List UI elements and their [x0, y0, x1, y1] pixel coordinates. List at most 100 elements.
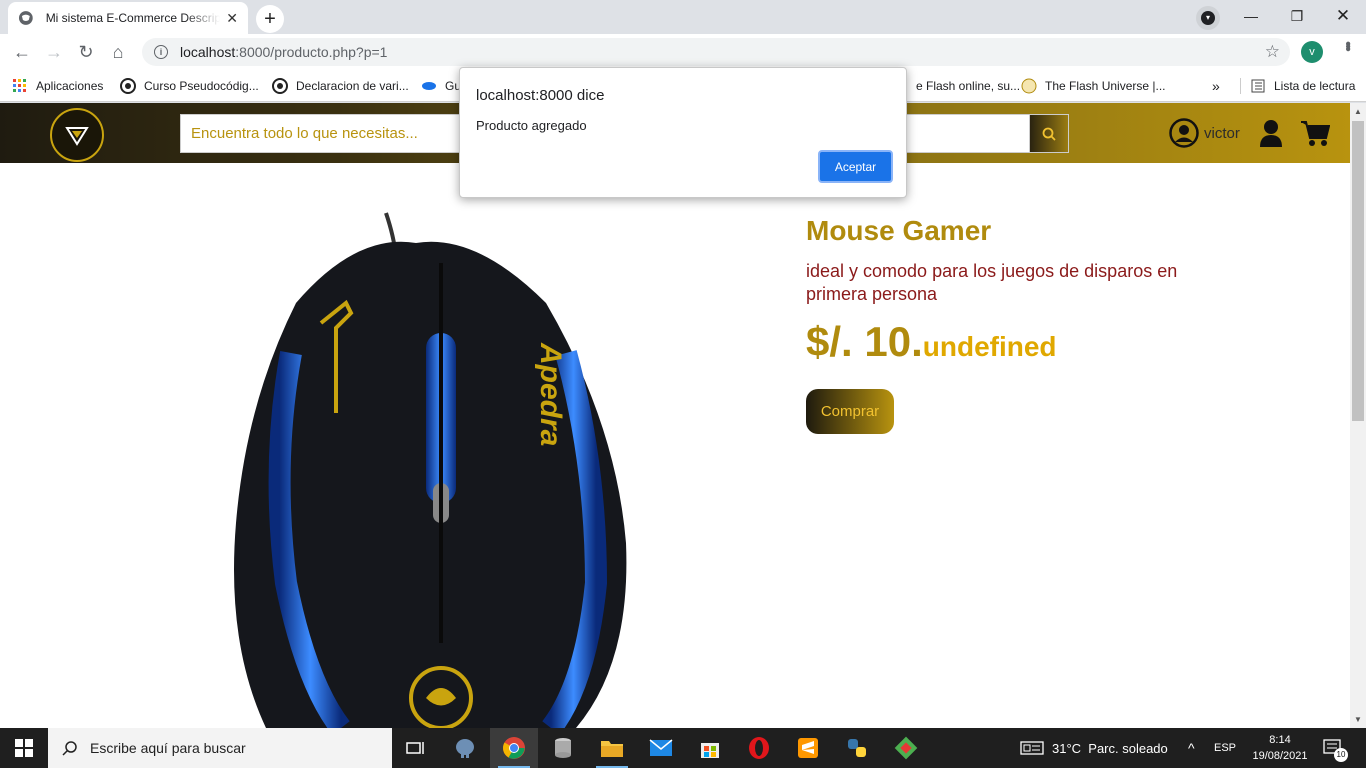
- mail-icon: [649, 739, 673, 756]
- scrollbar-thumb[interactable]: [1352, 121, 1364, 421]
- compass-icon: [1021, 78, 1037, 94]
- python-icon: [848, 739, 866, 757]
- shopping-cart-icon: [1301, 121, 1331, 146]
- logo-emblem-icon: [65, 127, 89, 146]
- search-icon: [62, 741, 77, 756]
- dialog-origin: localhost:8000 dice: [476, 87, 605, 104]
- bookmark-star-icon[interactable]: ☆: [1265, 42, 1280, 62]
- bookmark-item[interactable]: e Flash online, su...: [916, 76, 1020, 96]
- start-button[interactable]: [0, 728, 48, 768]
- tab-strip: Mi sistema E-Commerce Descripción ✕ + ▾ …: [0, 0, 1366, 34]
- reload-button[interactable]: ↻: [74, 40, 98, 64]
- username-label: victor: [1204, 124, 1240, 142]
- bookmark-label: Declaracion de vari...: [296, 79, 409, 93]
- elephant-icon: [456, 739, 474, 758]
- clock-time: 8:14: [1269, 734, 1291, 746]
- git-icon: [894, 736, 918, 760]
- close-window-button[interactable]: ✕: [1320, 4, 1366, 28]
- buy-button[interactable]: Comprar: [806, 389, 894, 434]
- bookmark-apps[interactable]: Aplicaciones: [12, 76, 103, 96]
- more-bookmarks-button[interactable]: »: [1212, 76, 1220, 96]
- chrome-icon: [503, 737, 525, 759]
- bookmark-item[interactable]: Curso Pseudocódig...: [120, 76, 259, 96]
- bookmark-label: Curso Pseudocódig...: [144, 79, 259, 93]
- task-view-button[interactable]: [392, 728, 440, 768]
- url-host: localhost: [180, 44, 236, 60]
- notification-count-badge: 10: [1334, 748, 1348, 762]
- taskbar-app-chrome[interactable]: [490, 728, 538, 768]
- notification-center-button[interactable]: 10: [1322, 728, 1348, 768]
- user-circle-icon: [1169, 118, 1199, 148]
- page-scrollbar[interactable]: ▲ ▼: [1350, 103, 1366, 728]
- home-button[interactable]: ⌂: [106, 40, 130, 64]
- taskbar-app-store[interactable]: [686, 728, 734, 768]
- alert-dialog: localhost:8000 dice Producto agregado Ac…: [459, 67, 907, 198]
- scroll-down-icon[interactable]: ▼: [1354, 715, 1362, 724]
- globe-icon: [18, 11, 33, 25]
- taskbar-app-opera[interactable]: [735, 728, 783, 768]
- clock-date: 19/08/2021: [1252, 750, 1308, 762]
- site-logo[interactable]: [50, 108, 104, 162]
- scroll-up-icon[interactable]: ▲: [1354, 107, 1362, 116]
- windows-logo-icon: [15, 739, 33, 757]
- url-path: :8000/producto.php?p=1: [235, 44, 388, 60]
- product-brand-text: Apedra: [534, 342, 567, 446]
- tray-expand-icon[interactable]: ^: [1188, 728, 1195, 768]
- taskbar-app-database[interactable]: [539, 728, 587, 768]
- taskbar-app-explorer[interactable]: [588, 728, 636, 768]
- bookmark-item[interactable]: Declaracion de vari...: [272, 76, 409, 96]
- profile-avatar[interactable]: v: [1301, 41, 1323, 63]
- user-icon: [1260, 120, 1282, 147]
- back-button[interactable]: ←: [10, 40, 34, 64]
- browser-menu-icon[interactable]: •••: [1338, 41, 1356, 49]
- reading-list-label: Lista de lectura: [1274, 79, 1356, 93]
- search-button[interactable]: [1029, 114, 1069, 153]
- bookmark-item[interactable]: Gu: [421, 76, 461, 96]
- language-indicator[interactable]: ESP: [1214, 728, 1236, 768]
- search-icon: [1042, 127, 1056, 141]
- cart-button[interactable]: [1300, 119, 1331, 152]
- task-view-icon: [406, 742, 424, 754]
- close-tab-icon[interactable]: ✕: [226, 10, 238, 27]
- dialog-message: Producto agregado: [476, 118, 587, 133]
- new-tab-button[interactable]: +: [256, 5, 284, 33]
- taskbar-app-git[interactable]: [882, 728, 930, 768]
- site-favicon-icon: [272, 78, 288, 94]
- browser-tab[interactable]: Mi sistema E-Commerce Descripción ✕: [8, 2, 248, 34]
- product-description: ideal y comodo para los juegos de dispar…: [806, 261, 1178, 304]
- weather-text: 31°C Parc. soleado: [1052, 740, 1168, 756]
- bookmark-item[interactable]: The Flash Universe |...: [1021, 76, 1166, 96]
- bookmark-label: e Flash online, su...: [916, 79, 1021, 93]
- taskbar-app-pgadmin[interactable]: [441, 728, 489, 768]
- address-bar[interactable]: i localhost:8000/producto.php?p=1 ☆: [142, 38, 1290, 66]
- windows-taskbar: Escribe aquí para buscar 31°C Parc. sole…: [0, 728, 1366, 768]
- reading-list-button[interactable]: Lista de lectura: [1250, 76, 1355, 96]
- taskbar-app-python[interactable]: [833, 728, 881, 768]
- product-image: Apedra: [234, 212, 627, 728]
- store-bag-icon: [701, 743, 719, 758]
- forward-button[interactable]: →: [42, 40, 66, 64]
- accept-button[interactable]: Aceptar: [818, 150, 893, 183]
- account-button[interactable]: [1259, 119, 1283, 152]
- site-favicon-icon: [120, 78, 136, 94]
- product-price: $/. 10.undefined: [806, 318, 1057, 366]
- browser-toolbar: ← → ↻ ⌂ i localhost:8000/producto.php?p=…: [0, 34, 1366, 70]
- url-text: localhost:8000/producto.php?p=1: [180, 44, 387, 60]
- chevron-down-icon: ▾: [1201, 11, 1215, 25]
- system-clock[interactable]: 8:14 19/08/2021: [1248, 732, 1312, 764]
- taskbar-app-sublime[interactable]: [784, 728, 832, 768]
- tab-title: Mi sistema E-Commerce Descripción: [45, 11, 221, 25]
- tab-search-button[interactable]: ▾: [1196, 6, 1220, 30]
- taskbar-app-mail[interactable]: [637, 728, 685, 768]
- user-menu[interactable]: victor: [1169, 118, 1240, 148]
- sublime-icon: [798, 738, 818, 758]
- reading-list-icon: [1250, 78, 1266, 94]
- opera-icon: [749, 737, 769, 759]
- folder-icon: [601, 741, 623, 757]
- database-icon: [555, 738, 571, 758]
- weather-widget[interactable]: 31°C Parc. soleado: [1020, 728, 1168, 768]
- minimize-button[interactable]: —: [1228, 4, 1274, 28]
- restore-button[interactable]: ❐: [1274, 4, 1320, 28]
- info-icon[interactable]: i: [154, 45, 168, 59]
- taskbar-search[interactable]: Escribe aquí para buscar: [48, 728, 392, 768]
